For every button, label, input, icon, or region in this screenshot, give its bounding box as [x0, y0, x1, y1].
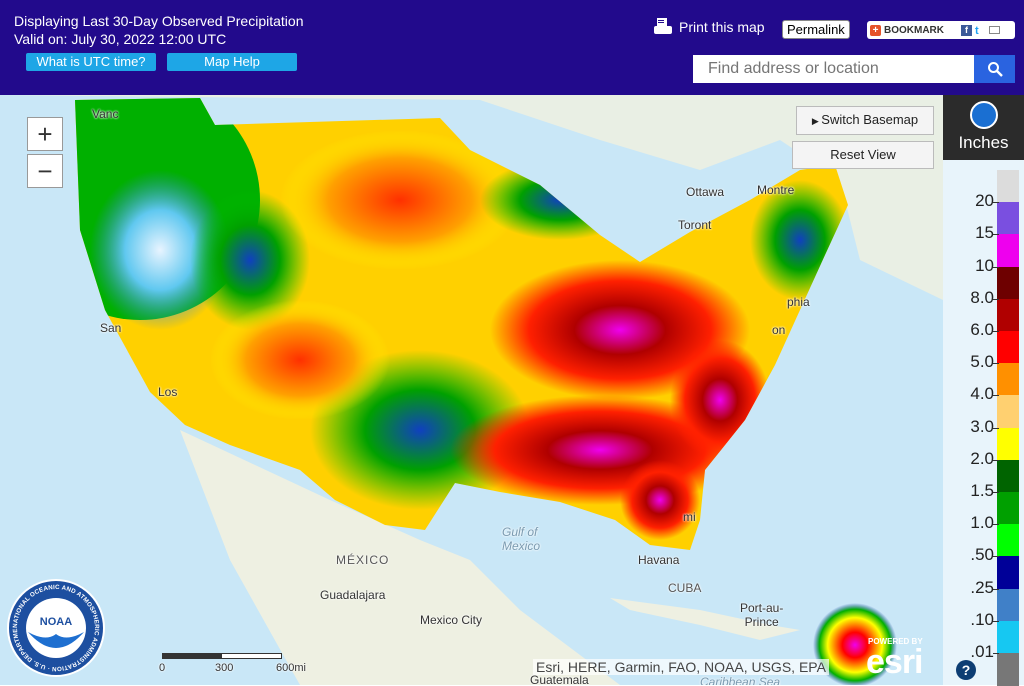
legend-color-band: [997, 234, 1019, 268]
zoom-in-button[interactable]: +: [27, 117, 63, 151]
label-mexico-city: Mexico City: [420, 613, 483, 627]
legend-color-band: [997, 588, 1019, 622]
twitter-icon[interactable]: t: [975, 25, 986, 37]
legend-tick-label: 3.0: [970, 416, 994, 436]
search-button[interactable]: [974, 55, 1015, 83]
plus-icon: +: [870, 24, 881, 36]
label-gulf-of-mexico: Gulf of Mexico: [502, 525, 540, 553]
legend-tick-label: 4.0: [970, 384, 994, 404]
legend-tick-label: 1.0: [970, 513, 994, 533]
legend-tick-label: 8.0: [970, 287, 994, 307]
legend-header: Inches: [943, 95, 1024, 160]
map-help-button[interactable]: Map Help: [167, 53, 297, 71]
legend-color-band: [997, 492, 1019, 525]
legend-tick-label: 6.0: [970, 320, 994, 339]
esri-logo[interactable]: esri: [866, 643, 923, 682]
legend-color-band: [997, 427, 1019, 461]
legend-tick-label: 20: [975, 191, 994, 211]
label-port-au-prince: Port-au- Prince: [740, 601, 783, 629]
permalink-button[interactable]: Permalink: [782, 20, 850, 39]
legend-color-band: [997, 331, 1019, 364]
precipitation-map[interactable]: Vanc Ottawa Montre Toront phia on San Lo…: [0, 95, 943, 685]
print-map-button[interactable]: Print this map: [653, 17, 765, 37]
legend-color-band: [997, 556, 1019, 590]
label-mexico: MÉXICO: [336, 553, 390, 567]
caret-right-icon: ▶: [811, 116, 822, 126]
scale-bar: [162, 653, 282, 659]
map-canvas: [0, 95, 943, 685]
legend-tick-label: .25: [970, 577, 994, 597]
precipitation-legend: Inches 20 15 10 8.0 6.0 5.0 4.0 3.0 2.0 1.5 1.0 .50…: [943, 95, 1024, 686]
legend-tick-label: 15: [975, 223, 994, 243]
noaa-seal: NATIONAL OCEANIC AND ATMOSPHERIC ADMINIS…: [6, 578, 105, 677]
bookmark-label: BOOKMARK: [884, 24, 944, 36]
label-vancouver: Vanc: [92, 107, 119, 121]
legend-color-band: [997, 395, 1019, 429]
legend-tick-label: 5.0: [970, 352, 994, 372]
switch-basemap-label: Switch Basemap: [821, 112, 919, 127]
title-line-1: Displaying Last 30-Day Observed Precipit…: [14, 13, 304, 29]
legend-tick-label: .50: [970, 545, 994, 565]
switch-basemap-button[interactable]: ▶ Switch Basemap: [796, 106, 934, 135]
legend-tick-label: .01: [970, 642, 994, 661]
label-washington: on: [772, 323, 786, 337]
print-label: Print this map: [679, 19, 765, 35]
legend-tick-label: 1.5: [970, 481, 994, 500]
location-search-input[interactable]: [693, 55, 974, 83]
what-is-utc-button[interactable]: What is UTC time?: [26, 53, 156, 71]
legend-color-band: [997, 202, 1019, 235]
label-caribbean-sea: Caribbean Sea: [700, 675, 781, 685]
search-icon: [987, 62, 1003, 77]
label-san-francisco: San: [100, 321, 122, 335]
legend-color-band: [997, 620, 1019, 654]
label-toronto: Toront: [678, 218, 712, 232]
noaa-seal-inner: [26, 598, 86, 658]
label-miami: mi: [683, 510, 696, 524]
gulf-line-1: Gulf of: [502, 525, 538, 539]
facebook-icon[interactable]: f: [961, 24, 972, 36]
scale-mid: 300: [215, 662, 234, 674]
scale-zero: 0: [159, 662, 166, 674]
scale-end: 600mi: [276, 662, 306, 674]
printer-icon: [654, 18, 672, 34]
label-philadelphia: phia: [787, 295, 810, 309]
pap-line-1: Port-au-: [740, 601, 784, 615]
legend-tick-label: 10: [975, 255, 994, 275]
legend-tick-label: .10: [970, 609, 994, 629]
label-cuba: CUBA: [668, 581, 702, 595]
noaa-logo-icon: [969, 101, 998, 129]
legend-color-band: [997, 170, 1019, 203]
legend-color-band: [997, 459, 1019, 493]
noaa-wordmark: NOAA: [40, 616, 72, 628]
label-guadalajara: Guadalajara: [320, 588, 386, 602]
legend-unit: Inches: [958, 133, 1009, 152]
label-havana: Havana: [638, 553, 680, 567]
legend-color-band: [997, 363, 1019, 396]
legend-color-band: [997, 266, 1019, 300]
legend-color-band: [997, 298, 1019, 332]
legend-color-band: [997, 653, 1019, 686]
email-icon[interactable]: [989, 26, 1000, 34]
label-los-angeles: Los: [158, 385, 178, 399]
gulf-line-2: Mexico: [502, 539, 541, 553]
legend-help-button[interactable]: ?: [956, 660, 976, 680]
legend-tick-label: 2.0: [970, 448, 994, 468]
valid-time: Valid on: July 30, 2022 12:00 UTC: [14, 31, 227, 47]
legend-color-band: [997, 524, 1019, 557]
attribution: Esri, HERE, Garmin, FAO, NOAA, USGS, EPA: [533, 659, 829, 675]
pap-line-2: Prince: [744, 615, 779, 629]
header: Displaying Last 30-Day Observed Precipit…: [0, 0, 1024, 95]
label-ottawa: Ottawa: [686, 185, 725, 199]
bookmark-button[interactable]: + BOOKMARK f t: [867, 21, 1015, 39]
reset-view-button[interactable]: Reset View: [792, 141, 934, 169]
zoom-out-button[interactable]: −: [27, 154, 63, 188]
label-montreal: Montre: [757, 183, 795, 197]
